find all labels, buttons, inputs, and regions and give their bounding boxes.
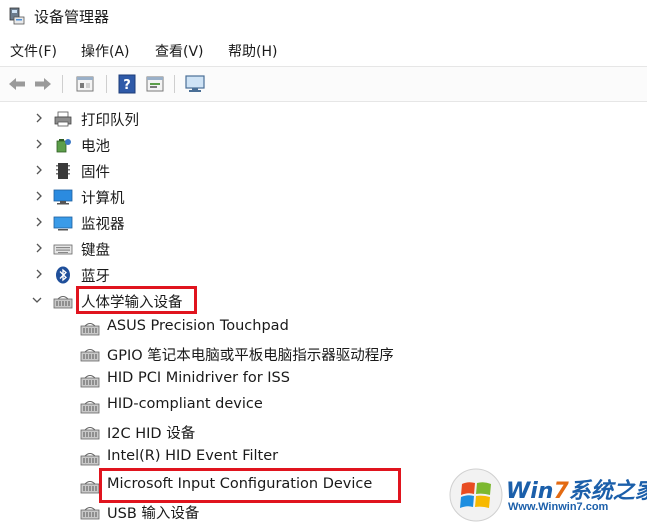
tree-category-battery[interactable]: 电池 (0, 132, 647, 158)
chevron-right-icon[interactable] (33, 268, 45, 280)
monitor-icon (53, 216, 73, 231)
hid-device-label: ASUS Precision Touchpad (107, 318, 289, 334)
keyboard-icon (53, 244, 73, 255)
hid-device-label: USB 输入设备 (107, 506, 200, 522)
watermark-url: Www.Winwin7.com (508, 501, 609, 513)
hid-device-row[interactable]: GPIO 笔记本电脑或平板电脑指示器驱动程序 (0, 341, 647, 367)
bluetooth-icon (56, 266, 70, 284)
tree-category-label: 电池 (81, 139, 110, 155)
menu-file[interactable]: 文件(F) (10, 41, 57, 61)
chevron-right-icon[interactable] (33, 164, 45, 176)
highlight-box-microsoft-input-device (99, 468, 401, 503)
windows-logo-icon (449, 468, 503, 522)
toolbar-separator (106, 75, 107, 93)
title-bar: 设备管理器 (0, 0, 647, 34)
tree-category-label: 蓝牙 (81, 269, 110, 285)
hid-device-icon (80, 375, 100, 388)
tree-category-label: 固件 (81, 165, 110, 181)
update-driver-icon[interactable] (144, 73, 166, 95)
scan-hardware-monitor-icon[interactable] (184, 73, 206, 95)
device-tree: 打印队列 电池 固件 计算机 监视器 键盘 蓝牙 人体学输入设备 ASUS Pr… (0, 104, 647, 523)
chevron-right-icon[interactable] (33, 190, 45, 202)
hid-device-icon (80, 323, 100, 336)
tree-category-keyboards[interactable]: 键盘 (0, 236, 647, 262)
hid-device-icon (80, 507, 100, 520)
properties-icon[interactable] (74, 73, 96, 95)
help-icon[interactable]: ? (116, 73, 138, 95)
hid-device-icon (80, 481, 100, 494)
tree-category-monitors[interactable]: 监视器 (0, 210, 647, 236)
battery-icon (56, 139, 71, 153)
svg-text:?: ? (123, 78, 131, 93)
menu-help[interactable]: 帮助(H) (228, 41, 277, 61)
hid-device-row[interactable]: HID PCI Minidriver for ISS (0, 367, 647, 393)
tree-category-computer[interactable]: 计算机 (0, 184, 647, 210)
computer-icon (53, 189, 73, 205)
watermark: Win7系统之家 Www.Winwin7.com (448, 467, 647, 523)
toolbar-separator (62, 75, 63, 93)
tree-category-hid[interactable]: 人体学输入设备 (0, 286, 647, 314)
tree-category-label: 监视器 (81, 217, 125, 233)
chevron-right-icon[interactable] (33, 112, 45, 124)
tree-category-printer-queue[interactable]: 打印队列 (0, 106, 647, 132)
hid-device-icon (80, 427, 100, 440)
hid-device-row[interactable]: HID-compliant device (0, 393, 647, 419)
tree-category-label: 打印队列 (81, 113, 139, 129)
chevron-right-icon[interactable] (33, 242, 45, 254)
hid-device-icon (80, 453, 100, 466)
hid-device-row[interactable]: ASUS Precision Touchpad (0, 315, 647, 341)
tree-category-firmware[interactable]: 固件 (0, 158, 647, 184)
menu-view[interactable]: 查看(V) (155, 41, 204, 61)
back-arrow-icon[interactable] (6, 73, 28, 95)
hid-device-label: Intel(R) HID Event Filter (107, 448, 279, 464)
forward-arrow-icon[interactable] (32, 73, 54, 95)
chevron-right-icon[interactable] (33, 138, 45, 150)
menu-bar: 文件(F) 操作(A) 查看(V) 帮助(H) (0, 38, 647, 62)
hid-device-icon (80, 349, 100, 362)
tree-category-label: 键盘 (81, 243, 110, 259)
window-title: 设备管理器 (34, 8, 110, 26)
printer-icon (54, 111, 72, 127)
hid-device-icon (53, 296, 73, 309)
hid-device-label: HID PCI Minidriver for ISS (107, 370, 290, 386)
chevron-down-icon[interactable] (31, 294, 43, 306)
highlight-box-hid-category (76, 286, 197, 314)
device-manager-icon (9, 7, 25, 25)
toolbar-separator (174, 75, 175, 93)
firmware-chip-icon (56, 163, 70, 179)
tree-category-bluetooth[interactable]: 蓝牙 (0, 262, 647, 288)
hid-device-label: HID-compliant device (107, 396, 263, 412)
chevron-right-icon[interactable] (33, 216, 45, 228)
hid-device-icon (80, 401, 100, 414)
hid-device-row[interactable]: I2C HID 设备 (0, 419, 647, 445)
menu-action[interactable]: 操作(A) (81, 41, 130, 61)
hid-device-label: GPIO 笔记本电脑或平板电脑指示器驱动程序 (107, 348, 394, 364)
toolbar: ? (0, 66, 647, 102)
hid-device-label: I2C HID 设备 (107, 426, 196, 442)
tree-category-label: 计算机 (81, 191, 125, 207)
